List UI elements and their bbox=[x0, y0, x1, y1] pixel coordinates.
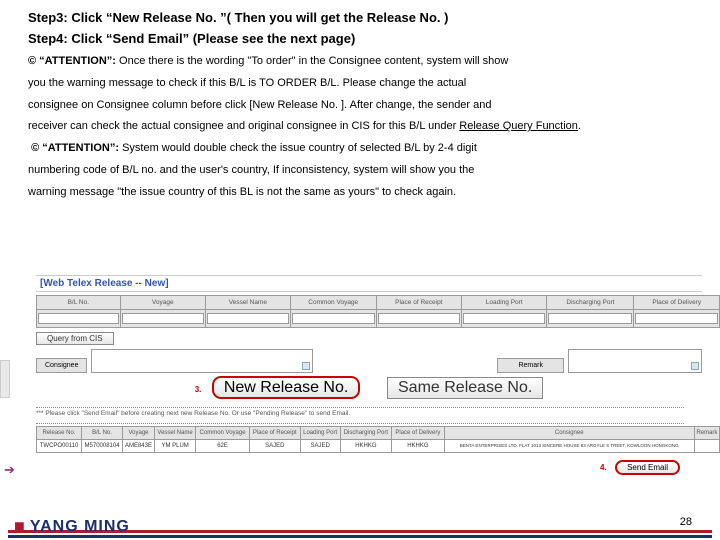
col-header: Place of Receipt bbox=[376, 296, 461, 310]
attention-2-line-2: numbering code of B/L no. and the user's… bbox=[28, 161, 692, 181]
divider bbox=[36, 407, 684, 408]
cell: 62E bbox=[196, 440, 250, 453]
col-header: Common Voyage bbox=[196, 427, 250, 440]
step4-heading: Step4: Click “Send Email” (Please see th… bbox=[28, 31, 692, 46]
col-header: Consignee bbox=[444, 427, 694, 440]
cell: YM PLUM bbox=[154, 440, 195, 453]
attention-1-line-2: you the warning message to check if this… bbox=[28, 74, 692, 94]
resize-handle-icon[interactable] bbox=[691, 362, 699, 370]
pointer-arrow-icon: ➔ bbox=[4, 462, 15, 478]
query-table: B/L No. Voyage Vessel Name Common Voyage… bbox=[36, 295, 720, 328]
attention-2-line-3: warning message "the issue country of th… bbox=[28, 183, 692, 203]
col-header: Place of Delivery bbox=[392, 427, 444, 440]
col-header: Vessel Name bbox=[154, 427, 195, 440]
common-voyage-input[interactable] bbox=[292, 313, 375, 324]
release-query-link[interactable]: Release Query Function bbox=[459, 120, 578, 132]
remark-label: Remark bbox=[497, 358, 564, 373]
cell: AME843E bbox=[123, 440, 155, 453]
cell: SAJED bbox=[249, 440, 300, 453]
footer: ■YANG MING bbox=[0, 530, 720, 538]
vessel-input[interactable] bbox=[207, 313, 289, 324]
col-header: Place of Delivery bbox=[634, 296, 720, 310]
col-header: Loading Port bbox=[461, 296, 546, 310]
logo-icon: ■ bbox=[14, 516, 26, 536]
receipt-input[interactable] bbox=[378, 313, 460, 324]
delivery-input[interactable] bbox=[635, 313, 718, 324]
sidebar-fragment bbox=[0, 360, 10, 398]
col-header: B/L No. bbox=[37, 296, 121, 310]
cell: M570008104 bbox=[82, 440, 123, 453]
remark-textarea[interactable] bbox=[568, 349, 702, 373]
attention-1-line-3: consignee on Consignee column before cli… bbox=[28, 96, 692, 116]
attention-2-line-1: © “ATTENTION”: System would double check… bbox=[28, 139, 692, 159]
yang-ming-logo: ■YANG MING bbox=[14, 516, 130, 537]
col-header: Voyage bbox=[120, 296, 205, 310]
col-header: B/L No. bbox=[82, 427, 123, 440]
attention-1-line-4: receiver can check the actual consignee … bbox=[28, 117, 692, 137]
step3-heading: Step3: Click “New Release No. ”( Then yo… bbox=[28, 10, 692, 25]
table-row: TWCPO00110 M570008104 AME843E YM PLUM 62… bbox=[37, 440, 720, 453]
app-screenshot: [Web Telex Release -- New] B/L No. Voyag… bbox=[0, 275, 720, 475]
consignee-label: Consignee bbox=[36, 358, 87, 373]
same-release-no-button[interactable]: Same Release No. bbox=[387, 377, 543, 399]
consignee-textarea[interactable] bbox=[91, 349, 313, 373]
blno-input[interactable] bbox=[38, 313, 119, 324]
cell: TWCPO00110 bbox=[37, 440, 82, 453]
new-release-no-button[interactable]: New Release No. bbox=[212, 376, 361, 399]
query-from-cis-button[interactable]: Query from CIS bbox=[36, 332, 114, 345]
loading-input[interactable] bbox=[463, 313, 545, 324]
cell: HKHKG bbox=[392, 440, 444, 453]
cell: HKHKG bbox=[340, 440, 392, 453]
col-header: Common Voyage bbox=[290, 296, 376, 310]
results-table: Release No. B/L No. Voyage Vessel Name C… bbox=[36, 426, 720, 453]
page-number: 28 bbox=[680, 516, 692, 528]
col-header: Loading Port bbox=[300, 427, 340, 440]
col-header: Remark bbox=[694, 427, 719, 440]
discharging-input[interactable] bbox=[548, 313, 632, 324]
step4-marker: 4. bbox=[600, 463, 607, 472]
col-header: Place of Receipt bbox=[249, 427, 300, 440]
cell-consignee: BENTA ENTERPRISES LTD. FLAT 1013 SINCERE… bbox=[444, 440, 694, 453]
divider bbox=[36, 423, 684, 424]
step3-marker: 3. bbox=[195, 385, 202, 394]
window-title: [Web Telex Release -- New] bbox=[36, 275, 702, 292]
send-email-button[interactable]: Send Email bbox=[615, 460, 680, 475]
col-header: Vessel Name bbox=[205, 296, 290, 310]
col-header: Release No. bbox=[37, 427, 82, 440]
col-header: Voyage bbox=[123, 427, 155, 440]
cell: SAJED bbox=[300, 440, 340, 453]
attention-1-line-1: © “ATTENTION”: Once there is the wording… bbox=[28, 52, 692, 72]
resize-handle-icon[interactable] bbox=[302, 362, 310, 370]
col-header: Discharging Port bbox=[547, 296, 634, 310]
cell bbox=[694, 440, 719, 453]
voyage-input[interactable] bbox=[122, 313, 204, 324]
col-header: Discharging Port bbox=[340, 427, 392, 440]
note-text: *** Please click "Send Email" before cre… bbox=[36, 410, 702, 417]
